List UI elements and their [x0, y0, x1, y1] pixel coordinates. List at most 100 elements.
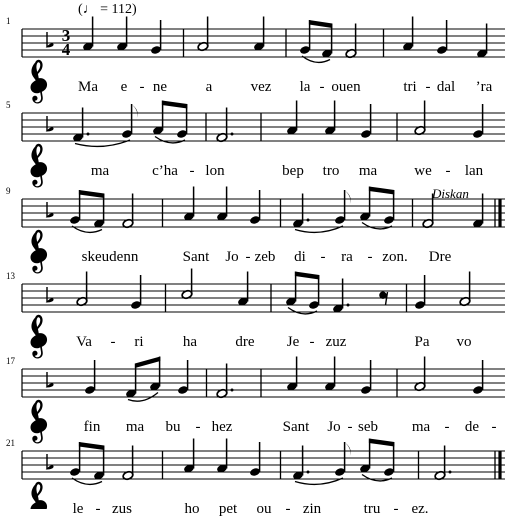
lyric-syllable: ma: [411, 419, 431, 435]
lyric-syllable: -: [189, 163, 195, 179]
lyric-syllable: -: [245, 249, 251, 265]
lyric-syllable: tri: [403, 79, 417, 95]
augmentation-dot: [230, 132, 234, 136]
lyric-syllable: e: [120, 79, 128, 95]
lyric-syllable: Pa: [414, 334, 430, 350]
lyric-syllable: bu: [165, 419, 181, 435]
augmentation-dot: [306, 470, 310, 474]
treble-clef-icon: [30, 481, 48, 509]
lyric-syllable: -: [444, 419, 450, 435]
lyric-syllable: ra: [341, 249, 353, 265]
lyric-syllable: -: [95, 501, 101, 517]
lyric-syllable: -: [491, 419, 497, 435]
lyric-syllable: hez: [211, 419, 233, 435]
lyric-syllable: -: [285, 501, 291, 517]
beam: [161, 100, 188, 109]
lyric-syllable: -: [319, 79, 325, 95]
lyric-syllable: -: [320, 249, 326, 265]
measure-number: 13: [6, 271, 15, 281]
lyric-syllable: -: [139, 79, 145, 95]
beam: [308, 20, 333, 28]
lyric-syllable: de: [464, 419, 480, 435]
lyric-syllable: -: [347, 419, 353, 435]
lyric-syllable: Sant: [282, 419, 310, 435]
measure-number: 1: [6, 16, 11, 26]
lyric-syllable: Va: [76, 334, 92, 350]
lyric-syllable: dal: [436, 79, 456, 95]
lyric-syllable: -: [110, 334, 116, 350]
lyric-syllable: ez.: [411, 501, 429, 517]
beam: [294, 271, 320, 280]
lyric-syllable: la: [299, 79, 311, 95]
lyric-syllable: c’ha: [152, 163, 178, 179]
key-signature-flat: [45, 32, 54, 48]
key-signature-flat: [45, 202, 54, 218]
measure-number: 9: [6, 186, 11, 196]
lyric-syllable: bep: [282, 163, 304, 179]
beam: [78, 190, 105, 198]
lyric-syllable: Je: [286, 334, 300, 350]
measure-number: 21: [6, 438, 15, 448]
lyric-syllable: ouen: [331, 79, 361, 95]
lyric-syllable: ma: [90, 163, 110, 179]
lyric-syllable: -: [445, 163, 451, 179]
lyric-syllable: vez: [250, 79, 272, 95]
lyric-syllable: ma: [358, 163, 378, 179]
lyric-syllable: zus: [112, 501, 132, 517]
lyric-syllable: tro: [322, 163, 340, 179]
lyric-syllable: ’ra: [475, 79, 493, 95]
svg-text:4: 4: [62, 40, 71, 59]
lyric-syllable: ho: [184, 501, 200, 517]
lyric-syllable: lan: [464, 163, 484, 179]
lyric-syllable: Jo: [327, 419, 341, 435]
treble-clef-icon: [30, 143, 48, 188]
lyric-syllable: lon: [205, 163, 225, 179]
lyric-syllable: vo: [456, 334, 472, 350]
key-signature-flat: [45, 116, 54, 132]
lyric-syllable: Sant: [182, 249, 210, 265]
augmentation-dot: [306, 218, 310, 222]
eighth-flag: [131, 104, 138, 119]
lyric-syllable: zin: [302, 501, 322, 517]
augmentation-dot: [346, 303, 350, 307]
lyric-syllable: ri: [134, 334, 144, 350]
lyric-syllable: we: [414, 163, 432, 179]
treble-clef-icon: [30, 399, 48, 444]
augmentation-dot: [448, 470, 452, 474]
lyric-syllable: -: [309, 334, 315, 350]
lyric-syllable: Dre: [428, 249, 452, 265]
key-signature-flat: [45, 454, 54, 470]
lyric-syllable: ne: [152, 79, 168, 95]
lyric-syllable: di: [294, 249, 306, 265]
beam: [368, 186, 395, 195]
lyric-syllable: -: [367, 249, 373, 265]
eighth-flag: [344, 190, 351, 205]
lyric-syllable: ma: [125, 419, 145, 435]
music-score-page: 34 1 Ma e - ne a vez la - ouen tri - dal’ra 5 ma c’ha - l…: [0, 0, 511, 517]
key-signature-flat: [45, 372, 54, 388]
lyric-syllable: zeb: [254, 249, 276, 265]
measure-number: 5: [6, 100, 11, 110]
treble-clef-icon: [30, 314, 48, 359]
lyric-syllable: skeudenn: [81, 249, 139, 265]
lyric-syllable: -: [425, 79, 431, 95]
lyric-syllable: pet: [218, 501, 238, 517]
lyric-syllable: zuz: [325, 334, 347, 350]
time-signature: 34: [62, 26, 71, 59]
measure-number: 17: [6, 356, 15, 366]
beam: [134, 356, 161, 368]
lyric-syllable: Ma: [78, 79, 98, 95]
lyric-syllable: ou: [256, 501, 272, 517]
treble-clef-icon: [30, 229, 48, 274]
treble-clef-icon: [30, 59, 48, 104]
tempo-marking: (♩ = 112): [78, 2, 137, 17]
eighth-flag: [344, 442, 351, 457]
lyric-syllable: seb: [358, 419, 378, 435]
lyric-syllable: tru: [363, 501, 381, 517]
lyric-syllable: le: [72, 501, 84, 517]
lyric-syllable: ha: [182, 334, 198, 350]
lyric-syllable: fin: [83, 419, 101, 435]
section-marking-diskan: Diskan: [432, 186, 469, 201]
lyric-syllable: dre: [235, 334, 255, 350]
lyric-syllable: -: [393, 501, 399, 517]
